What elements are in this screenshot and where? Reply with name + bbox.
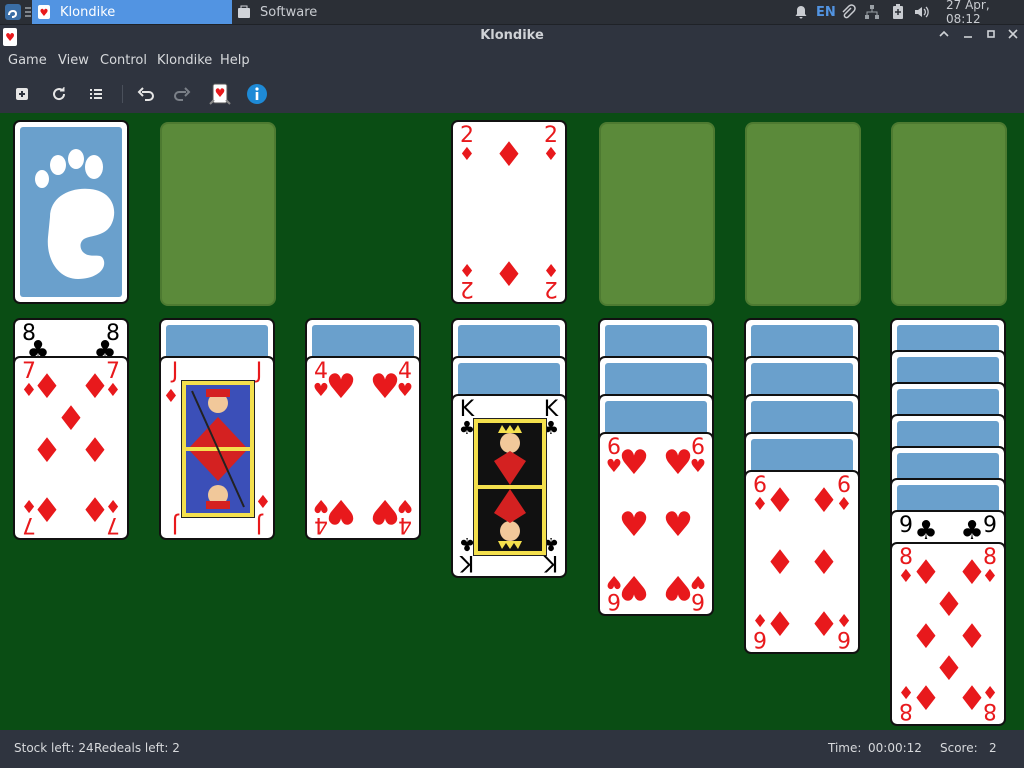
- diamond-icon: ♦: [79, 491, 111, 531]
- diamond-icon: ♦: [79, 431, 111, 471]
- menu-view[interactable]: View: [58, 53, 89, 68]
- tableau-card[interactable]: 4 ♥ 4 ♥ 4 ♥ 4 ♥ ♥ ♥ ♥ ♥: [305, 356, 421, 540]
- task-software[interactable]: Software: [232, 0, 392, 24]
- heart-icon: ♥: [618, 567, 650, 607]
- diamond-icon: ♦: [910, 679, 942, 719]
- card-corner: J: [255, 359, 263, 384]
- card-corner: 2 ♦: [458, 123, 476, 165]
- select-game-icon[interactable]: [83, 81, 109, 107]
- status-bar: Stock left: 24 Redeals left: 2 Time: 00:…: [0, 731, 1024, 768]
- heart-icon: ♥: [662, 567, 694, 607]
- maximize-icon[interactable]: [981, 27, 1001, 47]
- tableau-card[interactable]: J J J J ♦ ♦: [159, 356, 275, 540]
- svg-text:♥: ♥: [40, 8, 49, 19]
- app-menu-icon[interactable]: [4, 3, 22, 21]
- undo-icon[interactable]: [133, 81, 159, 107]
- toolbar-separator: [122, 85, 123, 103]
- stock-pile[interactable]: [13, 120, 129, 304]
- keyboard-layout-indicator[interactable]: EN: [816, 0, 836, 24]
- heart-icon: ♥: [618, 443, 650, 483]
- diamond-icon: ♦: [162, 386, 180, 407]
- battery-icon[interactable]: [890, 0, 906, 24]
- menu-game[interactable]: Game: [8, 53, 47, 68]
- score-value: 2: [989, 741, 997, 755]
- svg-text:♥: ♥: [215, 86, 226, 100]
- tableau-card[interactable]: 7 ♦ 7 ♦ 7 ♦ 7 ♦ ♦ ♦ ♦ ♦ ♦ ♦ ♦: [13, 356, 129, 540]
- keep-above-icon[interactable]: [934, 27, 954, 47]
- close-icon[interactable]: [1003, 27, 1023, 47]
- score-label: Score:: [940, 741, 978, 755]
- heart-icon: ♥: [325, 367, 357, 407]
- notification-bell-icon[interactable]: [793, 0, 809, 24]
- tableau-card[interactable]: 6 ♥ 6 ♥ 6 ♥ 6 ♥ ♥ ♥ ♥ ♥ ♥ ♥: [598, 432, 714, 616]
- volume-icon[interactable]: [913, 0, 931, 24]
- task-label: Software: [260, 4, 318, 20]
- redeals-left-label: Redeals left: 2: [94, 741, 180, 755]
- tableau-card[interactable]: 8 ♦ 8 ♦ 8 ♦ 8 ♦ ♦ ♦ ♦ ♦ ♦ ♦ ♦ ♦: [890, 542, 1006, 726]
- info-icon[interactable]: [244, 81, 270, 107]
- diamond-icon: ♦: [764, 543, 796, 583]
- diamond-icon: ♦: [808, 481, 840, 521]
- menu-control[interactable]: Control: [100, 53, 147, 68]
- diamond-icon: ♦: [764, 481, 796, 521]
- toolbar: ♥: [0, 76, 1024, 112]
- window-title: Klondike: [480, 28, 544, 43]
- tableau-card[interactable]: K ♣ K ♣ K ♣ K ♣: [451, 394, 567, 578]
- tableau-card[interactable]: 6 ♦ 6 ♦ 6 ♦ 6 ♦ ♦ ♦ ♦ ♦ ♦ ♦: [744, 470, 860, 654]
- waste-slot-empty[interactable]: [160, 122, 276, 306]
- task-klondike[interactable]: ♥ Klondike: [32, 0, 232, 24]
- heart-icon: ♥: [369, 367, 401, 407]
- foundation-slot-empty[interactable]: [891, 122, 1007, 306]
- time-value: 00:00:12: [868, 741, 922, 755]
- jack-face-art-icon: [181, 380, 255, 518]
- card-corner: J: [171, 359, 179, 384]
- software-app-icon: [236, 4, 252, 20]
- window-titlebar[interactable]: ♥ Klondike: [0, 25, 1024, 49]
- diamond-icon: ♦: [764, 605, 796, 645]
- redo-icon[interactable]: [169, 81, 195, 107]
- diamond-icon: ♦: [808, 543, 840, 583]
- diamond-icon: ♦: [493, 135, 525, 175]
- card-corner: 2 ♦: [542, 123, 560, 165]
- heart-icon: ♥: [325, 491, 357, 531]
- card-back-gnome-foot-icon: [20, 127, 122, 297]
- heart-icon: ♥: [369, 491, 401, 531]
- king-face-art-icon: [473, 418, 547, 556]
- time-label: Time:: [828, 741, 862, 755]
- heart-icon: ♥: [662, 443, 694, 483]
- diamond-icon: ♦: [808, 605, 840, 645]
- foundation-slot-empty[interactable]: [745, 122, 861, 306]
- foundation-card[interactable]: 2 ♦ 2 ♦ 2 ♦ 2 ♦ ♦ ♦: [451, 120, 567, 304]
- menu-klondike[interactable]: Klondike: [157, 53, 212, 68]
- foundation-slot-empty[interactable]: [599, 122, 715, 306]
- game-board[interactable]: 2 ♦ 2 ♦ 2 ♦ 2 ♦ ♦ ♦ 8 8 ♣ ♣ 7 ♦ 7 ♦ 7 ♦ 7 ♦ ♦ ♦ …: [0, 113, 1024, 730]
- card-corner: 2 ♦: [458, 259, 476, 301]
- heart-icon: ♥: [662, 505, 694, 545]
- diamond-icon: ♦: [254, 492, 272, 513]
- menu-bar: Game View Control Klondike Help: [0, 50, 1024, 74]
- hint-icon[interactable]: ♥: [207, 81, 233, 107]
- menu-help[interactable]: Help: [220, 53, 250, 68]
- diamond-icon: ♦: [31, 431, 63, 471]
- heart-icon: ♥: [618, 505, 650, 545]
- card-corner: 2 ♦: [542, 259, 560, 301]
- task-label: Klondike: [60, 4, 116, 20]
- klondike-app-icon: ♥: [36, 4, 52, 20]
- stock-left-label: Stock left: 24: [14, 741, 94, 755]
- new-game-icon[interactable]: [9, 81, 35, 107]
- diamond-icon: ♦: [956, 679, 988, 719]
- network-icon[interactable]: [864, 0, 880, 24]
- minimize-icon[interactable]: [958, 27, 978, 47]
- clock[interactable]: 27 Apr, 08:12: [946, 0, 1024, 26]
- diamond-icon: ♦: [493, 255, 525, 295]
- restart-icon[interactable]: [46, 81, 72, 107]
- diamond-icon: ♦: [31, 491, 63, 531]
- top-panel: ♥ Klondike Software EN 27 Apr, 08:12: [0, 0, 1024, 26]
- paperclip-icon[interactable]: [840, 0, 856, 24]
